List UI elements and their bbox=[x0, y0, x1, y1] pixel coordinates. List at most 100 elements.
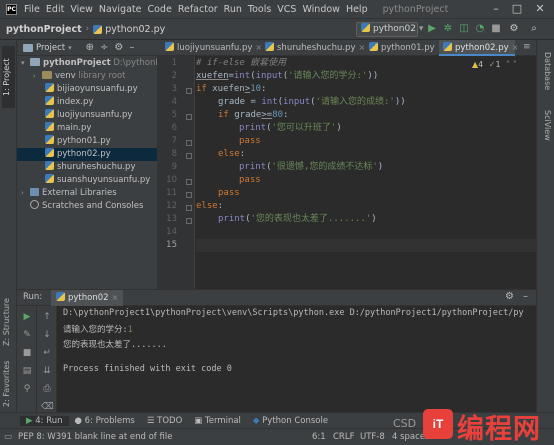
stop-icon[interactable]: ■ bbox=[21, 347, 33, 359]
code-editor[interactable]: # if-else 嵌套使用 xuefen=int(input('请输入您的学分… bbox=[196, 56, 536, 289]
fold-marker-icon[interactable] bbox=[186, 179, 192, 185]
coverage-icon[interactable]: ◫ bbox=[457, 22, 471, 36]
tab-project[interactable]: 1: Project bbox=[2, 46, 15, 108]
wrench-icon[interactable]: ✎ bbox=[21, 329, 33, 341]
soft-wrap-icon[interactable]: ↵ bbox=[41, 347, 53, 359]
list-item[interactable]: bijiaoyunsuanfu.py bbox=[17, 83, 157, 96]
inspection-widget[interactable]: ▲4 ✓1 ˄ ˅ bbox=[472, 60, 517, 69]
debug-icon[interactable]: ✲ bbox=[441, 22, 455, 36]
menu-vcs[interactable]: VCS bbox=[274, 4, 299, 15]
run-icon[interactable]: ▶ bbox=[425, 22, 439, 36]
list-item[interactable]: suanshuyunsuanfu.py bbox=[17, 174, 157, 187]
menu-code[interactable]: Code bbox=[144, 4, 174, 15]
line-number: 13 bbox=[166, 214, 177, 224]
watermark-csd: CSD bbox=[393, 417, 417, 430]
list-item[interactable]: index.py bbox=[17, 96, 157, 109]
gear-icon[interactable]: ⚙ bbox=[114, 42, 123, 53]
cursor-position[interactable]: 6:1 bbox=[312, 429, 326, 445]
tab-sciview[interactable]: SciView bbox=[540, 110, 552, 141]
locate-icon[interactable]: ⊕ bbox=[86, 42, 94, 53]
watermark-logo: iT bbox=[423, 409, 453, 439]
menu-edit[interactable]: Edit bbox=[43, 4, 67, 15]
tab-todo[interactable]: ☰ TODO bbox=[141, 416, 188, 426]
pin-icon[interactable]: ⚲ bbox=[21, 383, 33, 395]
scroll-to-end-icon[interactable]: ⇊ bbox=[41, 365, 53, 377]
layout-icon[interactable]: ▤ bbox=[21, 365, 33, 377]
fold-marker-icon[interactable] bbox=[186, 153, 192, 159]
close-icon[interactable]: × bbox=[512, 43, 519, 52]
print-icon[interactable]: ⎙ bbox=[41, 383, 53, 395]
tab-python01[interactable]: python01.py× bbox=[365, 40, 444, 56]
folder-icon bbox=[30, 58, 40, 66]
line-separator[interactable]: CRLF bbox=[333, 429, 354, 445]
string: '您的表现也太差了.......' bbox=[250, 214, 372, 224]
breadcrumb-file[interactable]: python02.py bbox=[105, 24, 165, 35]
tab-terminal[interactable]: ▣ Terminal bbox=[188, 416, 247, 426]
chevron-up-icon[interactable]: ˄ bbox=[506, 60, 510, 69]
tab-python02[interactable]: python02.py × bbox=[439, 40, 518, 56]
gear-icon[interactable]: ⚙ bbox=[505, 291, 514, 302]
menu-help[interactable]: Help bbox=[343, 4, 371, 15]
search-icon[interactable]: ⌕ bbox=[527, 22, 541, 36]
profile-icon[interactable]: ◔ bbox=[473, 22, 487, 36]
list-item[interactable]: python01.py bbox=[17, 135, 157, 148]
hide-icon[interactable]: – bbox=[129, 42, 134, 53]
tab-structure[interactable]: Z: Structure bbox=[2, 294, 15, 350]
run-icon: ▶ bbox=[26, 415, 33, 426]
project-panel-title[interactable]: Project bbox=[36, 43, 65, 53]
console-output[interactable]: D:\pythonProject1\pythonProject\venv\Scr… bbox=[63, 308, 533, 408]
collapse-icon[interactable]: ÷ bbox=[100, 42, 108, 53]
file-encoding[interactable]: UTF-8 bbox=[360, 429, 385, 445]
fold-marker-icon[interactable] bbox=[186, 192, 192, 198]
menu-navigate[interactable]: Navigate bbox=[96, 4, 145, 15]
tree-external-libraries[interactable]: › External Libraries bbox=[17, 187, 157, 200]
menu-refactor[interactable]: Refactor bbox=[175, 4, 221, 15]
tree-root[interactable]: ▾ pythonProject D:\pythonPr bbox=[17, 57, 164, 70]
list-item[interactable]: luojiyunsuanfu.py bbox=[17, 109, 157, 122]
stop-icon[interactable]: ■ bbox=[489, 22, 503, 36]
fold-marker-icon[interactable] bbox=[186, 205, 192, 211]
menu-view[interactable]: View bbox=[67, 4, 96, 15]
arrow-down-icon[interactable]: ↓ bbox=[41, 329, 53, 341]
menu-file[interactable]: File bbox=[21, 4, 43, 15]
hide-icon[interactable]: – bbox=[523, 291, 528, 302]
tab-python-console[interactable]: ◆ Python Console bbox=[247, 416, 334, 426]
tab-run[interactable]: ▶ 4: Run bbox=[20, 415, 69, 426]
minimize-icon[interactable]: – bbox=[486, 1, 506, 17]
tree-venv[interactable]: › venv library root bbox=[17, 70, 157, 83]
menu-window[interactable]: Window bbox=[299, 4, 342, 15]
fold-marker-icon[interactable] bbox=[186, 218, 192, 224]
run-config-select[interactable]: python02 ▾ bbox=[356, 22, 423, 37]
list-item[interactable]: main.py bbox=[17, 122, 157, 135]
arrow-up-icon[interactable]: ↑ bbox=[41, 311, 53, 323]
tab-problems[interactable]: ● 6: Problems bbox=[69, 416, 141, 426]
fold-marker-icon[interactable] bbox=[186, 140, 192, 146]
maximize-icon[interactable]: □ bbox=[507, 1, 527, 17]
menu-tools[interactable]: Tools bbox=[245, 4, 274, 15]
file-label: index.py bbox=[57, 97, 94, 107]
code-line-12: else: bbox=[196, 200, 223, 213]
close-icon[interactable]: × bbox=[112, 293, 119, 302]
run-config-tab[interactable]: python02 × bbox=[51, 290, 124, 306]
tree-scratches[interactable]: Scratches and Consoles bbox=[17, 200, 157, 213]
fold-marker-icon[interactable] bbox=[186, 88, 192, 94]
tab-favorites[interactable]: 2: Favorites bbox=[2, 356, 15, 412]
rerun-icon[interactable]: ▶ bbox=[21, 311, 33, 323]
tab-list-icon[interactable]: ≡ bbox=[523, 42, 531, 52]
tab-luojiyunsuanfu[interactable]: luojiyunsuanfu.py × bbox=[161, 40, 262, 56]
tab-database[interactable]: Database bbox=[540, 52, 552, 90]
list-item[interactable]: shuruheshuchu.py bbox=[17, 161, 157, 174]
line-number: 12 bbox=[166, 201, 177, 211]
breadcrumb-project[interactable]: pythonProject bbox=[6, 24, 82, 35]
list-item-selected[interactable]: python02.py bbox=[17, 148, 157, 161]
close-window-icon[interactable]: ✕ bbox=[530, 1, 550, 17]
tab-shuruheshuchu[interactable]: shuruheshuchu.py × bbox=[261, 40, 365, 56]
menu-run[interactable]: Run bbox=[221, 4, 245, 15]
chevron-down-icon[interactable]: ▾ bbox=[68, 44, 72, 52]
root-name: pythonProject bbox=[43, 58, 111, 68]
fold-marker-icon[interactable] bbox=[186, 114, 192, 120]
chevron-down-icon[interactable]: ˅ bbox=[513, 60, 517, 69]
status-message[interactable]: PEP 8: W391 blank line at end of file bbox=[18, 429, 172, 445]
settings-icon[interactable]: ⚙ bbox=[507, 22, 521, 36]
tab-todo-label: TODO bbox=[157, 415, 183, 426]
